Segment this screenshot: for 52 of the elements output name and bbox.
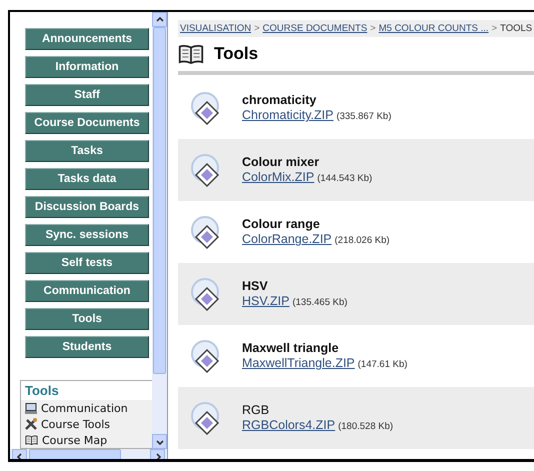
chevron-up-icon	[154, 14, 164, 24]
breadcrumb-link[interactable]: VISUALISATION	[180, 23, 252, 34]
breadcrumb-separator: >	[370, 23, 376, 34]
file-link[interactable]: MaxwellTriangle.ZIP	[242, 356, 355, 370]
file-link[interactable]: ColorMix.ZIP	[242, 170, 314, 184]
nav-button[interactable]: Tools	[25, 308, 149, 330]
tools-panel-link[interactable]: Course Tools	[41, 418, 110, 430]
breadcrumb-separator: >	[492, 23, 498, 34]
file-size: (147.61 Kb)	[358, 359, 408, 370]
scroll-up-button[interactable]	[152, 12, 167, 27]
tools-panel-link[interactable]: Course Map	[42, 434, 108, 446]
scroll-thumb[interactable]	[153, 27, 166, 374]
breadcrumb-link[interactable]: COURSE DOCUMENTS	[262, 23, 368, 34]
file-size: (180.528 Kb)	[338, 421, 394, 432]
breadcrumb-current: TOOLS	[500, 23, 532, 34]
nav-button[interactable]: Staff	[25, 84, 149, 106]
book-icon	[178, 44, 204, 65]
vertical-scrollbar[interactable]	[152, 12, 167, 449]
file-title: chromaticity	[242, 93, 318, 108]
chevron-left-icon	[14, 452, 24, 459]
file-size: (218.026 Kb)	[334, 235, 390, 246]
file-title: HSV	[242, 279, 269, 294]
breadcrumb-separator: >	[254, 23, 260, 34]
file-size: (144.543 Kb)	[317, 173, 372, 184]
computer-icon	[25, 402, 37, 414]
nav-button[interactable]: Sync. sessions	[25, 224, 149, 246]
nav-button[interactable]: Tasks data	[25, 168, 149, 190]
page-title: Tools	[214, 44, 258, 64]
file-title: RGB	[242, 403, 270, 418]
nav-button[interactable]: Information	[25, 56, 149, 78]
tools-panel-title: Tools	[21, 381, 152, 400]
tools-panel-link[interactable]: Communication	[41, 402, 128, 414]
tools-icon	[25, 418, 37, 430]
file-size: (335.867 Kb)	[336, 111, 392, 122]
nav-button[interactable]: Tasks	[25, 140, 149, 162]
file-title: Colour mixer	[242, 155, 320, 170]
file-link[interactable]: RGBColors4.ZIP	[242, 418, 336, 432]
breadcrumb-link[interactable]: M5 COLOUR COUNTS ...	[378, 23, 489, 34]
nav-button[interactable]: Students	[25, 336, 149, 358]
scroll-down-button[interactable]	[152, 434, 167, 449]
file-title: Maxwell triangle	[242, 341, 340, 356]
nav-button[interactable]: Discussion Boards	[25, 196, 149, 218]
nav-button[interactable]: Announcements	[25, 28, 149, 50]
file-link[interactable]: HSV.ZIP	[242, 294, 290, 308]
nav-button[interactable]: Self tests	[25, 252, 149, 274]
file-size: (135.465 Kb)	[292, 297, 348, 308]
nav-button[interactable]: Course Documents	[25, 112, 149, 134]
nav-button[interactable]: Communication	[25, 280, 149, 302]
file-title: Colour range	[242, 217, 321, 232]
file-link[interactable]: Chromaticity.ZIP	[242, 108, 334, 122]
book-icon	[25, 434, 38, 446]
file-link[interactable]: ColorRange.ZIP	[242, 232, 332, 246]
